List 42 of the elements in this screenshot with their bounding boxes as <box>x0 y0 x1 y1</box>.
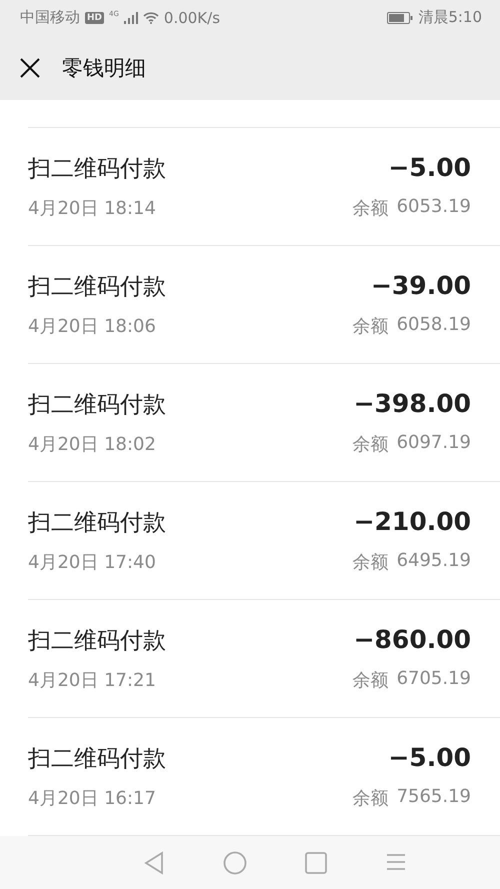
transaction-date: 4月20日 17:21 <box>28 669 156 692</box>
transaction-title: 扫二维码付款 <box>28 627 166 656</box>
page-title: 零钱明细 <box>62 54 146 82</box>
balance-value: 6495.19 <box>396 550 471 573</box>
signal-icon <box>124 12 138 24</box>
transaction-date: 4月20日 18:14 <box>28 197 156 220</box>
balance-label: 余额 <box>352 197 389 220</box>
transaction-title: 扫二维码付款 <box>28 745 166 774</box>
carrier-name: 中国移动 <box>20 8 80 27</box>
transaction-date: 4月20日 18:06 <box>28 315 156 338</box>
transaction-date: 4月20日 16:17 <box>28 787 156 810</box>
recents-button[interactable] <box>305 852 327 874</box>
transaction-date: 4月20日 18:02 <box>28 433 156 456</box>
balance-value: 7565.19 <box>396 786 471 809</box>
transaction-title: 扫二维码付款 <box>28 509 166 538</box>
transaction-amount: −398.00 <box>354 389 471 418</box>
balance-label: 余额 <box>352 433 389 456</box>
battery-icon <box>387 12 414 24</box>
transaction-amount: −39.00 <box>370 271 471 300</box>
network-speed: 0.00K/s <box>164 8 220 26</box>
balance-label: 余额 <box>352 669 389 692</box>
transaction-amount: −860.00 <box>354 625 471 654</box>
balance-label: 余额 <box>352 315 389 338</box>
close-button[interactable] <box>18 56 42 80</box>
transaction-title: 扫二维码付款 <box>28 273 166 302</box>
balance-label: 余额 <box>352 551 389 574</box>
balance-value: 6705.19 <box>396 668 471 691</box>
transaction-title: 扫二维码付款 <box>28 155 166 184</box>
transaction-amount: −5.00 <box>388 743 471 772</box>
clock-time: 清晨5:10 <box>418 8 482 27</box>
home-button[interactable] <box>223 850 247 874</box>
hd-badge: HD <box>85 12 104 24</box>
balance-value: 6058.19 <box>396 314 471 337</box>
back-button[interactable] <box>143 850 165 874</box>
transaction-amount: −210.00 <box>354 507 471 536</box>
transaction-date: 4月20日 17:40 <box>28 551 156 574</box>
wifi-icon <box>142 12 159 24</box>
balance-label: 余额 <box>352 787 389 810</box>
transaction-amount: −5.00 <box>388 153 471 182</box>
balance-value: 6053.19 <box>396 196 471 219</box>
transaction-title: 扫二维码付款 <box>28 391 166 420</box>
balance-value: 6097.19 <box>396 432 471 455</box>
